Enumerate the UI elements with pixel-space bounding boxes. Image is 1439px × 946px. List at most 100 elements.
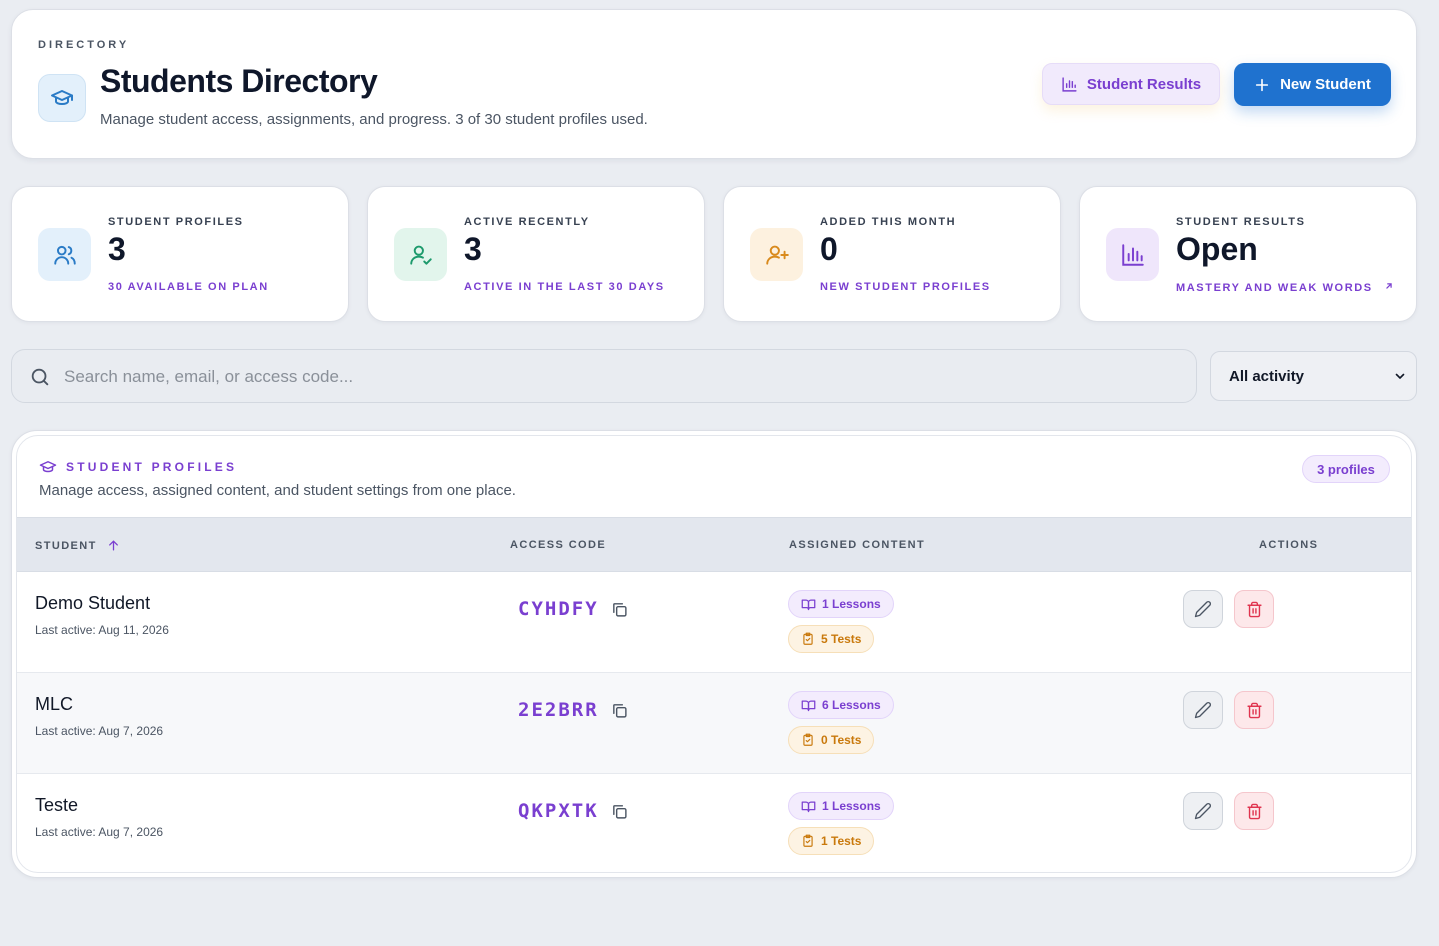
delete-button[interactable] bbox=[1234, 792, 1274, 830]
access-code: QKPXTK bbox=[518, 800, 628, 822]
user-check-icon bbox=[394, 228, 447, 281]
column-access-code: ACCESS CODE bbox=[510, 539, 607, 551]
student-profiles-panel: STUDENT PROFILES Manage access, assigned… bbox=[16, 435, 1412, 873]
search-bar bbox=[11, 349, 1197, 403]
clipboard-icon bbox=[803, 632, 813, 645]
new-student-button[interactable]: New Student bbox=[1234, 63, 1391, 106]
stat-sub: ACTIVE IN THE LAST 30 DAYS bbox=[464, 281, 665, 293]
stat-value: 0 bbox=[820, 231, 838, 267]
edit-button[interactable] bbox=[1183, 792, 1223, 830]
copy-icon[interactable] bbox=[611, 702, 628, 719]
lessons-badge: 1 Lessons bbox=[788, 792, 894, 820]
stat-label: STUDENT PROFILES bbox=[108, 216, 244, 228]
external-arrow-icon bbox=[1386, 283, 1393, 289]
table-row: Teste Last active: Aug 7, 2026 QKPXTK 1 … bbox=[17, 774, 1411, 872]
graduation-cap-icon bbox=[38, 74, 86, 122]
book-icon bbox=[801, 599, 816, 610]
stat-card-student-results[interactable]: STUDENT RESULTS Open MASTERY AND WEAK WO… bbox=[1079, 186, 1417, 322]
pencil-icon bbox=[1194, 803, 1211, 820]
book-icon bbox=[801, 801, 816, 812]
users-icon bbox=[38, 228, 91, 281]
student-results-button[interactable]: Student Results bbox=[1042, 63, 1220, 105]
last-active: Last active: Aug 7, 2026 bbox=[35, 825, 164, 839]
stat-label: ACTIVE RECENTLY bbox=[464, 216, 590, 228]
student-profiles-card: STUDENT PROFILES Manage access, assigned… bbox=[11, 430, 1417, 878]
stat-value: Open bbox=[1176, 231, 1258, 267]
pencil-icon bbox=[1194, 601, 1211, 618]
plus-icon bbox=[1255, 78, 1269, 91]
last-active: Last active: Aug 7, 2026 bbox=[35, 724, 164, 738]
access-code-value: QKPXTK bbox=[518, 800, 599, 822]
lessons-badge: 1 Lessons bbox=[788, 590, 894, 618]
lessons-badge: 6 Lessons bbox=[788, 691, 894, 719]
table-header: STUDENT ACCESS CODE ASSIGNED CONTENT ACT… bbox=[17, 517, 1411, 572]
student-name: MLC bbox=[35, 694, 74, 714]
copy-icon[interactable] bbox=[611, 601, 628, 618]
tests-badge: 1 Tests bbox=[788, 827, 875, 855]
tests-count: 5 Tests bbox=[821, 632, 862, 646]
last-active: Last active: Aug 11, 2026 bbox=[35, 623, 169, 637]
stat-label: STUDENT RESULTS bbox=[1176, 216, 1306, 228]
stat-card-student-profiles: STUDENT PROFILES 3 30 AVAILABLE ON PLAN bbox=[11, 186, 349, 322]
tests-count: 1 Tests bbox=[821, 834, 862, 848]
chevron-down-icon bbox=[1395, 373, 1405, 379]
table-title: STUDENT PROFILES bbox=[39, 458, 237, 476]
table-row: Demo Student Last active: Aug 11, 2026 C… bbox=[17, 572, 1411, 673]
table-description: Manage access, assigned content, and stu… bbox=[39, 482, 516, 499]
delete-button[interactable] bbox=[1234, 590, 1274, 628]
lessons-count: 1 Lessons bbox=[822, 597, 881, 611]
access-code-value: 2E2BRR bbox=[518, 699, 599, 721]
tests-count: 0 Tests bbox=[821, 733, 862, 747]
eyebrow-label: DIRECTORY bbox=[38, 39, 130, 51]
column-student-sort[interactable]: STUDENT bbox=[35, 539, 120, 552]
profile-count-badge: 3 profiles bbox=[1302, 455, 1390, 483]
clipboard-icon bbox=[803, 733, 813, 746]
column-actions: ACTIONS bbox=[1259, 539, 1319, 551]
stat-sub: NEW STUDENT PROFILES bbox=[820, 281, 991, 293]
stat-sub: 30 AVAILABLE ON PLAN bbox=[108, 281, 269, 293]
page-title: Students Directory bbox=[100, 63, 378, 99]
trash-icon bbox=[1246, 702, 1262, 718]
lessons-count: 6 Lessons bbox=[822, 698, 881, 712]
edit-button[interactable] bbox=[1183, 691, 1223, 729]
stat-card-added-this-month: ADDED THIS MONTH 0 NEW STUDENT PROFILES bbox=[723, 186, 1061, 322]
access-code: 2E2BRR bbox=[518, 699, 628, 721]
student-name: Teste bbox=[35, 795, 79, 815]
new-student-label: New Student bbox=[1280, 76, 1371, 93]
stat-sub-link[interactable]: MASTERY AND WEAK WORDS bbox=[1176, 281, 1394, 294]
copy-icon[interactable] bbox=[611, 803, 628, 820]
stat-sub-text: MASTERY AND WEAK WORDS bbox=[1176, 282, 1373, 294]
access-code-value: CYHDFY bbox=[518, 598, 599, 620]
edit-button[interactable] bbox=[1183, 590, 1223, 628]
column-student-label: STUDENT bbox=[35, 539, 97, 552]
clipboard-icon bbox=[803, 834, 813, 847]
lessons-count: 1 Lessons bbox=[822, 799, 881, 813]
bar-chart-icon bbox=[1106, 228, 1159, 281]
book-icon bbox=[801, 700, 816, 711]
search-icon bbox=[31, 368, 49, 386]
tests-badge: 5 Tests bbox=[788, 625, 875, 653]
student-name: Demo Student bbox=[35, 593, 151, 613]
page-subtitle: Manage student access, assignments, and … bbox=[100, 111, 648, 128]
activity-filter-value: All activity bbox=[1229, 367, 1305, 385]
directory-header: DIRECTORY Students Directory Manage stud… bbox=[11, 9, 1417, 159]
bar-chart-icon bbox=[1062, 76, 1077, 92]
column-assigned-content: ASSIGNED CONTENT bbox=[789, 539, 926, 551]
trash-icon bbox=[1246, 803, 1262, 819]
user-plus-icon bbox=[750, 228, 803, 281]
stat-value: 3 bbox=[464, 231, 482, 267]
graduation-cap-icon bbox=[39, 461, 57, 473]
delete-button[interactable] bbox=[1234, 691, 1274, 729]
table-title-text: STUDENT PROFILES bbox=[66, 460, 238, 474]
pencil-icon bbox=[1194, 702, 1211, 719]
access-code: CYHDFY bbox=[518, 598, 628, 620]
trash-icon bbox=[1246, 601, 1262, 617]
stat-label: ADDED THIS MONTH bbox=[820, 216, 957, 228]
student-results-label: Student Results bbox=[1086, 75, 1202, 93]
search-input[interactable] bbox=[64, 362, 1164, 392]
stat-card-active-recently: ACTIVE RECENTLY 3 ACTIVE IN THE LAST 30 … bbox=[367, 186, 705, 322]
table-row: MLC Last active: Aug 7, 2026 2E2BRR 6 Le… bbox=[17, 673, 1411, 774]
activity-filter-select[interactable]: All activity bbox=[1210, 351, 1417, 401]
stat-value: 3 bbox=[108, 231, 126, 267]
sort-arrow-up-icon bbox=[108, 540, 118, 551]
